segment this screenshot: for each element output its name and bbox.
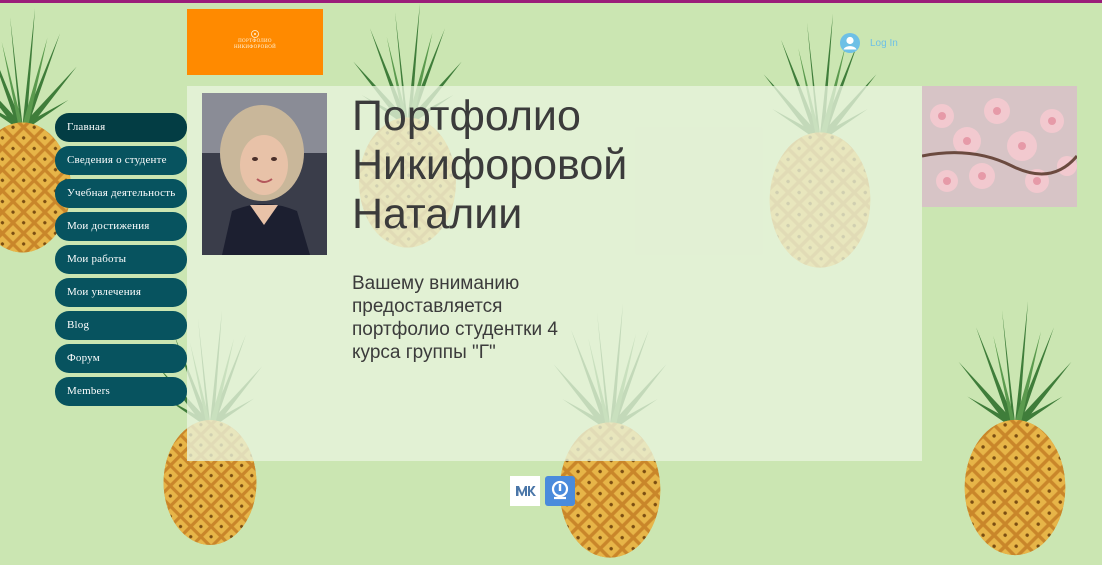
nav-item-members[interactable]: Members (55, 377, 187, 406)
nav-item-studies[interactable]: Учебная деятельность (55, 179, 187, 208)
top-accent-line (0, 0, 1102, 3)
nav-item-student-info[interactable]: Сведения о студенте (55, 146, 187, 175)
main-nav: Главная Сведения о студенте Учебная деят… (55, 113, 187, 410)
logo-emblem-icon (251, 30, 259, 38)
login-button[interactable]: Log In (840, 33, 898, 53)
page-title: Портфолио Никифоровой Наталии (352, 92, 628, 238)
nav-item-works[interactable]: Мои работы (55, 245, 187, 274)
user-avatar-icon (840, 33, 860, 53)
nav-item-forum[interactable]: Форум (55, 344, 187, 373)
blog-icon[interactable] (545, 476, 575, 506)
logo-text: ПОРТФОЛИО НИКИФОРОВОЙ (233, 39, 277, 50)
pineapple-decoration (958, 301, 1072, 556)
flowers-image (922, 86, 1077, 207)
site-logo[interactable]: ПОРТФОЛИО НИКИФОРОВОЙ (187, 9, 323, 75)
login-label: Log In (870, 37, 898, 49)
page-subtitle: Вашему вниманию предоставляется портфоли… (352, 273, 558, 363)
nav-item-blog[interactable]: Blog (55, 311, 187, 340)
nav-item-hobbies[interactable]: Мои увлечения (55, 278, 187, 307)
nav-item-achievements[interactable]: Мои достижения (55, 212, 187, 241)
student-photo (202, 93, 327, 255)
nav-item-home[interactable]: Главная (55, 113, 187, 142)
vk-icon[interactable] (510, 476, 540, 506)
